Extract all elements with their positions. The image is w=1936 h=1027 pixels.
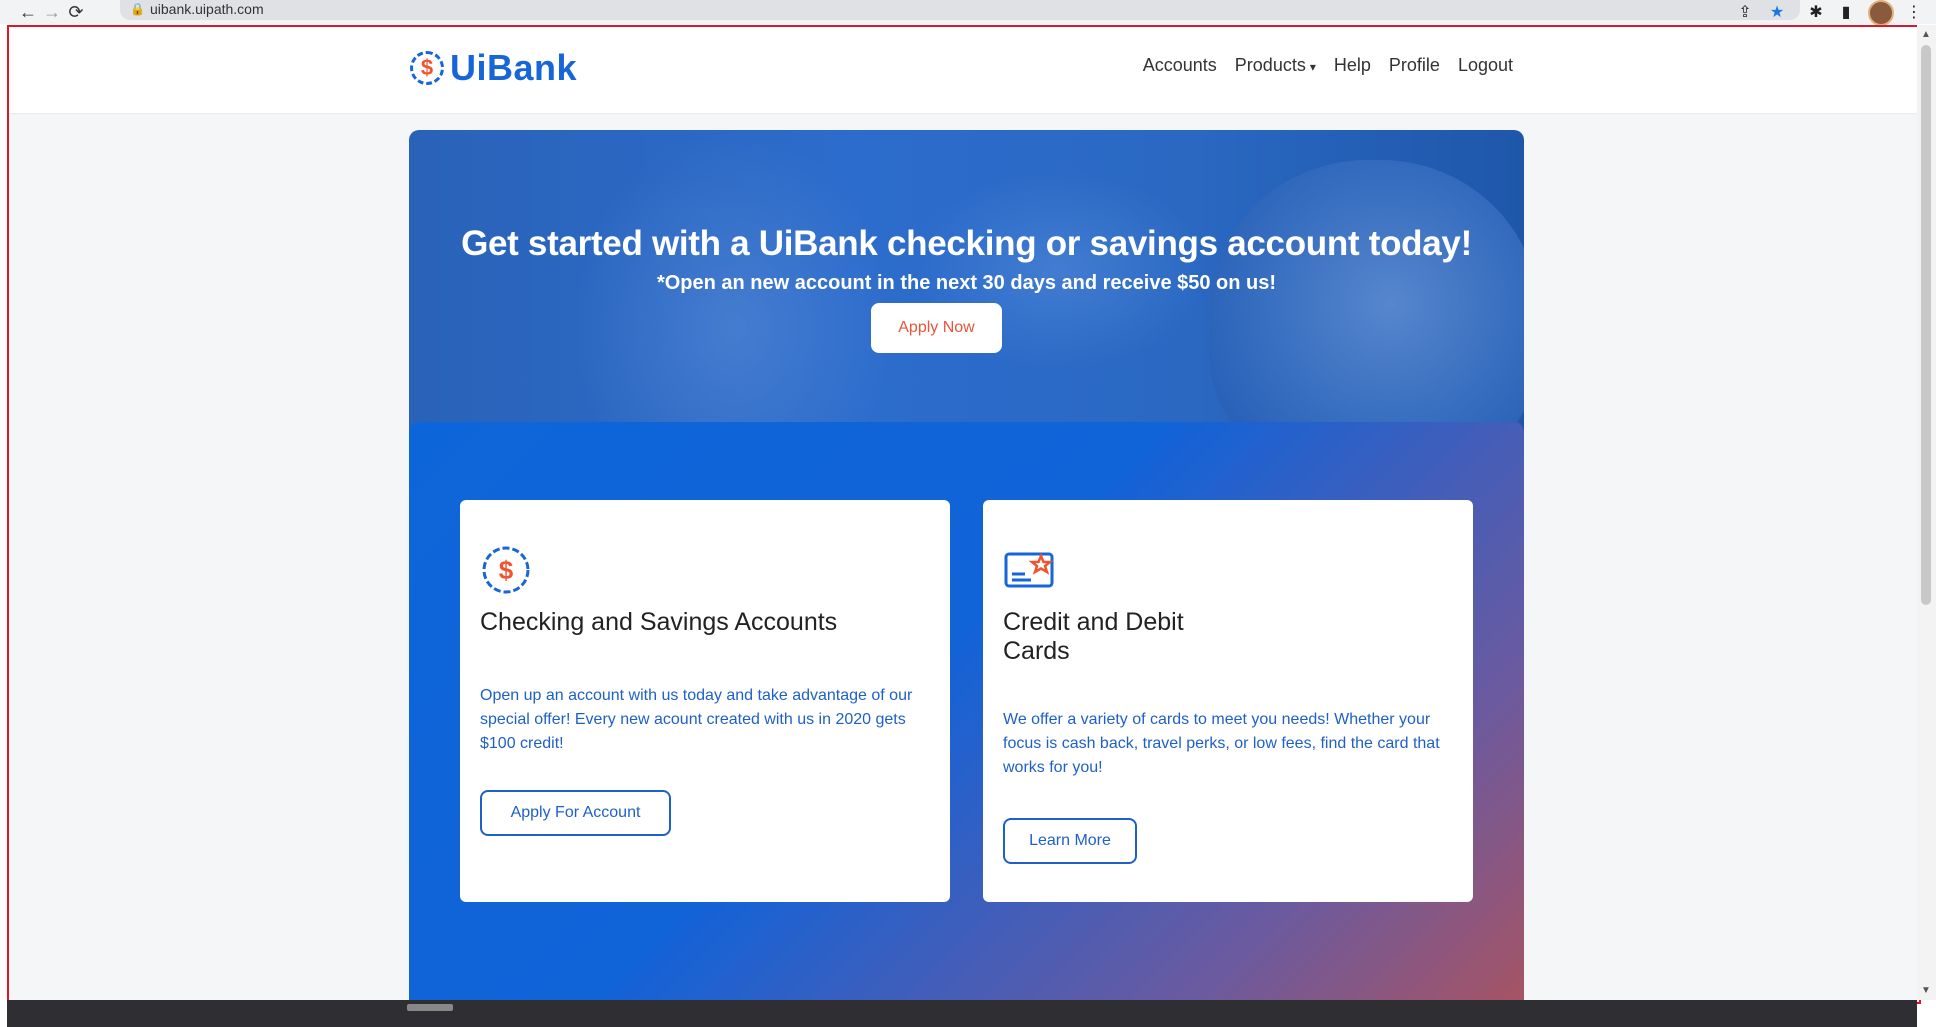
card-description: Open up an account with us today and tak…: [480, 687, 913, 752]
learn-more-button[interactable]: Learn More: [1003, 818, 1137, 864]
caret-down-icon: ▾: [1309, 60, 1316, 74]
dollar-badge-icon: $: [482, 546, 530, 594]
nav-profile[interactable]: Profile: [1389, 55, 1440, 76]
nav-logout[interactable]: Logout: [1458, 55, 1513, 76]
product-card-accounts: $ Checking and Savings Accounts Open up …: [460, 500, 950, 902]
browser-menu-icon[interactable]: ⋮: [1904, 2, 1924, 22]
extensions-icon[interactable]: ✱: [1806, 2, 1826, 22]
products-section: $ Checking and Savings Accounts Open up …: [409, 422, 1524, 1002]
card-title: Credit and Debit Cards: [1003, 608, 1184, 665]
hero-banner: Get started with a UiBank checking or sa…: [409, 130, 1524, 459]
hero-subtitle: *Open an new account in the next 30 days…: [656, 272, 1277, 294]
vertical-scrollbar[interactable]: ▲ ▼: [1917, 25, 1936, 1000]
nav-help[interactable]: Help: [1334, 55, 1371, 76]
back-arrow-icon[interactable]: ←: [18, 2, 38, 22]
apply-for-account-button[interactable]: Apply For Account: [480, 790, 671, 836]
share-icon[interactable]: ⇪: [1735, 2, 1755, 22]
card-description: We offer a variety of cards to meet you …: [1003, 711, 1440, 776]
bottom-bar: [7, 1000, 1917, 1027]
scrollbar-thumb[interactable]: [1921, 45, 1931, 605]
dollar-badge-icon: $: [410, 51, 444, 85]
horizontal-scroll-thumb[interactable]: [407, 1004, 453, 1011]
svg-text:$: $: [499, 555, 514, 585]
main-nav: Accounts Products ▾ Help Profile Logout: [1143, 55, 1513, 76]
side-panel-icon[interactable]: ▮: [1836, 2, 1856, 22]
credit-card-star-icon: [1004, 552, 1054, 588]
scroll-up-arrow-icon[interactable]: ▲: [1921, 29, 1931, 40]
url-text[interactable]: uibank.uipath.com: [150, 1, 264, 17]
logo-text: UiBank: [450, 47, 578, 88]
hero-title: Get started with a UiBank checking or sa…: [461, 224, 1472, 263]
reload-icon[interactable]: ⟳: [66, 2, 86, 22]
nav-products[interactable]: Products ▾: [1235, 55, 1316, 76]
profile-avatar[interactable]: [1868, 0, 1894, 26]
forward-arrow-icon[interactable]: →: [42, 2, 62, 22]
bookmark-star-icon[interactable]: ★: [1767, 2, 1787, 22]
card-title: Checking and Savings Accounts: [480, 608, 838, 636]
uibank-logo[interactable]: $ UiBank: [410, 47, 577, 89]
product-card-cards: Credit and Debit Cards We offer a variet…: [983, 500, 1473, 902]
page-viewport: $ UiBank Accounts Products ▾ Help Profile…: [7, 25, 1921, 1004]
address-bar[interactable]: [120, 0, 1800, 20]
nav-accounts[interactable]: Accounts: [1143, 55, 1217, 76]
apply-now-button[interactable]: Apply Now: [871, 303, 1002, 353]
hero-person-image: [1209, 160, 1524, 459]
lock-icon[interactable]: 🔒: [130, 2, 145, 16]
nav-products-label: Products: [1234, 55, 1306, 75]
site-header: $ UiBank Accounts Products ▾ Help Profile…: [9, 27, 1919, 113]
browser-toolbar: ← → ⟳ 🔒 uibank.uipath.com ⇪ ★ ✱ ▮ ⋮: [0, 0, 1936, 26]
scroll-down-arrow-icon[interactable]: ▼: [1921, 985, 1931, 996]
